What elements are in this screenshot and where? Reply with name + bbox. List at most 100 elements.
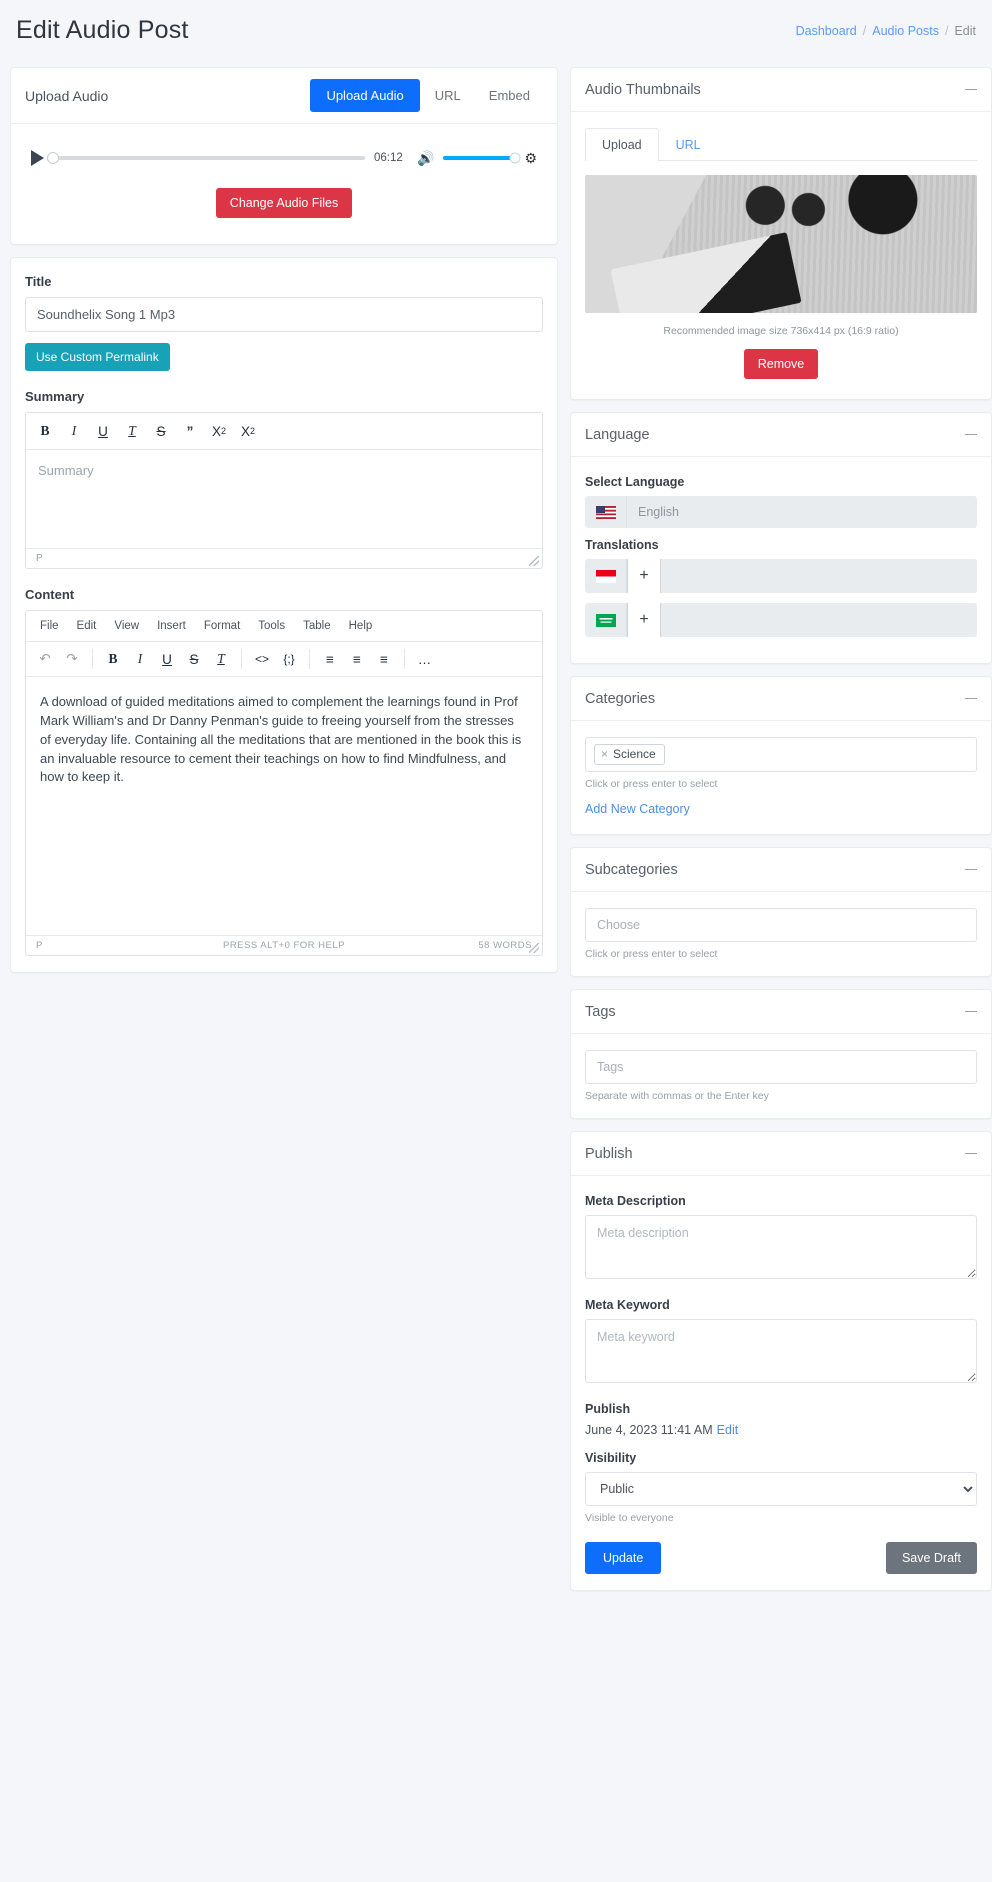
menu-file[interactable]: File — [32, 616, 67, 636]
minus-icon[interactable] — [965, 697, 977, 700]
italic-icon[interactable]: I — [61, 419, 87, 443]
remove-format-icon[interactable]: T — [208, 647, 234, 671]
strikethrough-icon[interactable]: S — [148, 419, 174, 443]
menu-tools[interactable]: Tools — [250, 616, 293, 636]
meta-description-field[interactable] — [585, 1215, 977, 1279]
subcategories-card: Subcategories Click or press enter to se… — [570, 847, 992, 977]
summary-resize-handle[interactable] — [529, 556, 539, 566]
menu-format[interactable]: Format — [196, 616, 248, 636]
subcategories-select[interactable] — [585, 908, 977, 942]
menu-table[interactable]: Table — [295, 616, 339, 636]
tab-thumbnail-url[interactable]: URL — [659, 128, 718, 161]
select-language-group[interactable] — [585, 496, 977, 528]
upload-audio-label: Upload Audio — [25, 87, 109, 104]
content-resize-handle[interactable] — [529, 943, 539, 953]
categories-select[interactable]: × Science — [585, 737, 977, 772]
publish-date-row: June 4, 2023 11:41 AM Edit — [585, 1423, 977, 1437]
minus-icon[interactable] — [965, 433, 977, 436]
translation-arabic-input[interactable] — [661, 603, 977, 637]
superscript-icon[interactable]: X2 — [206, 419, 232, 443]
align-center-icon[interactable]: ≡ — [344, 647, 370, 671]
save-draft-button[interactable]: Save Draft — [885, 1542, 977, 1574]
bold-icon[interactable]: B — [32, 419, 58, 443]
underline-icon[interactable]: U — [90, 419, 116, 443]
content-word-count: 58 WORDS — [478, 940, 532, 951]
translation-indonesian-input[interactable] — [661, 559, 977, 593]
breadcrumb-item-dashboard[interactable]: Dashboard — [796, 24, 857, 38]
tab-url[interactable]: URL — [422, 79, 474, 112]
tab-embed[interactable]: Embed — [476, 79, 543, 112]
audio-thumbnails-body: Upload URL Recommended image size 736x41… — [571, 112, 991, 399]
underline-icon[interactable]: U — [154, 647, 180, 671]
menu-help[interactable]: Help — [341, 616, 381, 636]
seek-slider[interactable] — [47, 152, 365, 164]
visibility-select[interactable]: Public Private Password protected — [585, 1472, 977, 1506]
redo-icon[interactable]: ↷ — [59, 647, 85, 671]
volume-handle[interactable] — [509, 152, 521, 164]
close-icon[interactable]: × — [601, 747, 608, 761]
content-textarea[interactable]: A download of guided meditations aimed t… — [26, 677, 542, 935]
strikethrough-icon[interactable]: S — [181, 647, 207, 671]
language-body: Select Language Translations — [571, 457, 991, 663]
gear-icon[interactable]: ⚙ — [524, 150, 537, 167]
add-new-category-link[interactable]: Add New Category — [585, 802, 690, 816]
play-icon[interactable] — [31, 150, 44, 166]
blockquote-icon[interactable]: ” — [177, 419, 203, 443]
undo-icon[interactable]: ↶ — [32, 647, 58, 671]
language-card: Language Select Language English Transla… — [570, 412, 992, 664]
minus-icon[interactable] — [965, 868, 977, 871]
content-toolbar: ↶ ↷ B I U S T <> {;} ≡ ≡ ≡ … — [26, 642, 542, 677]
align-left-icon[interactable]: ≡ — [317, 647, 343, 671]
toolbar-divider — [404, 649, 405, 669]
meta-keyword-label: Meta Keyword — [585, 1298, 670, 1312]
post-form-card: Title Use Custom Permalink Summary B I U… — [10, 257, 558, 973]
edit-publish-date-link[interactable]: Edit — [717, 1423, 739, 1437]
add-translation-indonesian-button[interactable]: + — [627, 559, 661, 593]
subscript-icon[interactable]: X2 — [235, 419, 261, 443]
tab-upload-audio[interactable]: Upload Audio — [310, 79, 420, 112]
more-icon[interactable]: … — [412, 647, 438, 671]
upload-audio-card-header: Upload Audio Upload Audio URL Embed — [11, 68, 557, 124]
audio-thumbnails-card: Audio Thumbnails Upload URL Recommended … — [570, 67, 992, 400]
tags-input[interactable] — [585, 1050, 977, 1084]
code-sample-icon[interactable]: {;} — [276, 647, 302, 671]
audio-player: 06:12 🔊 ⚙ Change Audio Files — [11, 124, 557, 244]
minus-icon[interactable] — [965, 88, 977, 91]
update-button[interactable]: Update — [585, 1542, 662, 1574]
summary-statusbar: P — [26, 548, 542, 568]
italic-icon[interactable]: I — [127, 647, 153, 671]
category-token[interactable]: × Science — [594, 744, 665, 765]
tags-body: Separate with commas or the Enter key — [571, 1034, 991, 1118]
volume-icon[interactable]: 🔊 — [417, 151, 434, 165]
align-right-icon[interactable]: ≡ — [371, 647, 397, 671]
breadcrumb-item-audio-posts[interactable]: Audio Posts — [872, 24, 939, 38]
audio-duration: 06:12 — [374, 152, 403, 164]
visibility-helper: Visible to everyone — [585, 1512, 674, 1524]
summary-textarea[interactable]: Summary — [26, 450, 542, 548]
meta-keyword-field[interactable] — [585, 1319, 977, 1383]
flag-sa-svg — [595, 613, 616, 627]
source-code-icon[interactable]: <> — [249, 647, 275, 671]
minus-icon[interactable] — [965, 1152, 977, 1155]
title-input[interactable] — [25, 297, 543, 332]
use-custom-permalink-button[interactable]: Use Custom Permalink — [25, 343, 170, 371]
menu-view[interactable]: View — [106, 616, 147, 636]
categories-helper: Click or press enter to select — [585, 778, 718, 790]
content-label: Content — [25, 587, 75, 602]
post-form-body: Title Use Custom Permalink Summary B I U… — [11, 258, 557, 972]
change-audio-files-button[interactable]: Change Audio Files — [215, 188, 353, 218]
tab-thumbnail-upload[interactable]: Upload — [585, 128, 659, 161]
publish-title: Publish — [585, 1145, 633, 1162]
remove-thumbnail-button[interactable]: Remove — [743, 349, 819, 379]
seek-handle[interactable] — [47, 152, 59, 164]
minus-icon[interactable] — [965, 1010, 977, 1013]
thumbnail-size-note: Recommended image size 736x414 px (16:9 … — [663, 325, 899, 337]
menu-insert[interactable]: Insert — [149, 616, 194, 636]
add-translation-arabic-button[interactable]: + — [627, 603, 661, 637]
volume-slider[interactable] — [443, 152, 521, 164]
bold-icon[interactable]: B — [100, 647, 126, 671]
selected-language-input[interactable] — [627, 496, 977, 528]
remove-format-icon[interactable]: T — [119, 419, 145, 443]
subscript-glyph: X — [240, 423, 250, 439]
menu-edit[interactable]: Edit — [69, 616, 105, 636]
